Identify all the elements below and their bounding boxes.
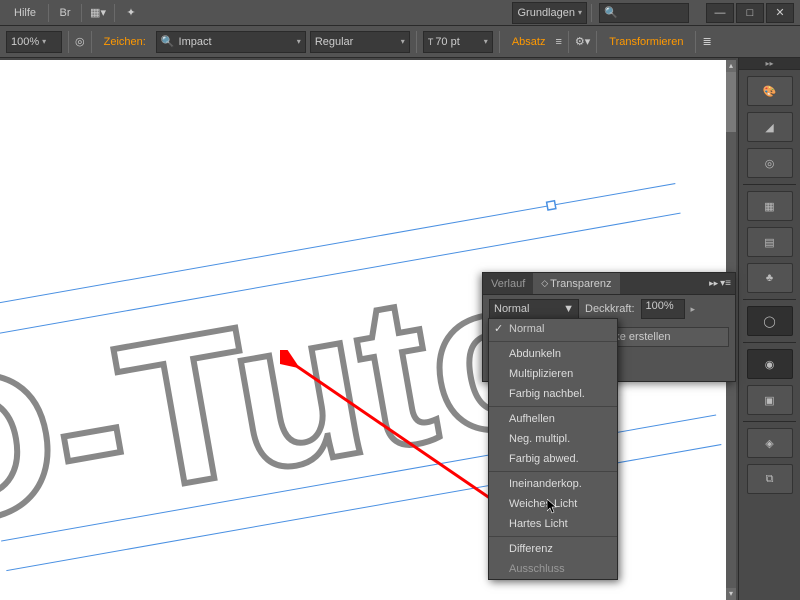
- blend-abdunkeln[interactable]: Abdunkeln: [489, 344, 617, 364]
- workspace-label: Grundlagen: [517, 7, 575, 19]
- window-close[interactable]: ✕: [766, 3, 794, 23]
- brushes-panel-icon[interactable]: ▦: [747, 191, 793, 221]
- panel-menu-icon[interactable]: ≣: [702, 35, 711, 48]
- font-style-field[interactable]: Regular▾: [310, 31, 410, 53]
- blend-mode-menu: ✓Normal Abdunkeln Multiplizieren Farbig …: [488, 318, 618, 580]
- blend-farbig-abwed[interactable]: Farbig abwed.: [489, 449, 617, 469]
- layers-panel-icon[interactable]: ◈: [747, 428, 793, 458]
- menu-help[interactable]: Hilfe: [6, 3, 44, 23]
- blend-hartes-licht[interactable]: Hartes Licht: [489, 514, 617, 534]
- right-dock: ▸▸ 🎨 ◢ ◎ ▦ ▤ ♣ ◯ ◉ ▣ ◈ ⧉: [738, 58, 800, 600]
- blend-normal[interactable]: ✓Normal: [489, 319, 617, 339]
- window-minimize[interactable]: —: [706, 3, 734, 23]
- absatz-label[interactable]: Absatz: [506, 36, 552, 48]
- transparency-panel-icon[interactable]: ◯: [747, 306, 793, 336]
- color-panel-icon[interactable]: 🎨: [747, 76, 793, 106]
- opacity-slider-icon[interactable]: ▸: [691, 304, 696, 315]
- chevron-down-icon: ▼: [563, 303, 574, 315]
- zoom-field[interactable]: 100%▾: [6, 31, 62, 53]
- swatches-panel-icon[interactable]: ▤: [747, 227, 793, 257]
- bridge-icon[interactable]: Br: [56, 4, 74, 22]
- font-size-field[interactable]: T70 pt▾: [423, 31, 493, 53]
- panel-menu-icon[interactable]: ▾≡: [720, 278, 731, 289]
- target-icon[interactable]: ◎: [75, 35, 85, 48]
- blend-ineinanderkop[interactable]: Ineinanderkop.: [489, 474, 617, 494]
- opacity-field[interactable]: 100%: [641, 299, 685, 319]
- cursor-icon: [547, 499, 559, 515]
- tab-verlauf[interactable]: Verlauf: [483, 273, 533, 294]
- gpu-icon[interactable]: ✦: [122, 4, 140, 22]
- font-family-field[interactable]: 🔍Impact▾: [156, 31, 306, 53]
- control-toolbar: 100%▾ ◎ Zeichen: 🔍Impact▾ Regular▾ T70 p…: [0, 26, 800, 58]
- scroll-down-arrow[interactable]: ▾: [726, 588, 736, 600]
- scroll-thumb[interactable]: [726, 72, 736, 132]
- blend-differenz[interactable]: Differenz: [489, 539, 617, 559]
- blend-farbig-nachbel[interactable]: Farbig nachbel.: [489, 384, 617, 404]
- blend-ausschluss[interactable]: Ausschluss: [489, 559, 617, 579]
- arrange-docs-icon[interactable]: ▦▾: [89, 4, 107, 22]
- menubar: Hilfe Br ▦▾ ✦ Grundlagen ▾ 🔍 — □ ✕: [0, 0, 800, 26]
- gradient-panel-icon[interactable]: ◢: [747, 112, 793, 142]
- transparency-panel: Verlauf ◇Transparenz ▸▸ ▾≡ Normal ▼ Deck…: [482, 272, 736, 382]
- stroke-panel-icon[interactable]: ◎: [747, 148, 793, 178]
- zeichen-label[interactable]: Zeichen:: [98, 36, 152, 48]
- symbols-panel-icon[interactable]: ♣: [747, 263, 793, 293]
- search-icon[interactable]: 🔍: [599, 3, 689, 23]
- blend-mode-dropdown[interactable]: Normal ▼: [489, 299, 579, 319]
- blend-aufhellen[interactable]: Aufhellen: [489, 409, 617, 429]
- appearance-panel-icon[interactable]: ◉: [747, 349, 793, 379]
- window-maximize[interactable]: □: [736, 3, 764, 23]
- artboards-panel-icon[interactable]: ⧉: [747, 464, 793, 494]
- dock-collapse[interactable]: ▸▸: [739, 58, 800, 70]
- chevron-down-icon: ▾: [578, 8, 582, 17]
- opacity-label: Deckkraft:: [585, 303, 635, 315]
- align-left-icon[interactable]: ≡: [555, 36, 561, 48]
- blend-multiplizieren[interactable]: Multiplizieren: [489, 364, 617, 384]
- scroll-up-arrow[interactable]: ▴: [726, 60, 736, 72]
- tab-transparenz[interactable]: ◇Transparenz: [533, 273, 619, 294]
- panel-collapse-icon[interactable]: ▸▸: [709, 278, 718, 289]
- warp-icon[interactable]: ⚙▾: [575, 35, 590, 48]
- blend-neg-multipl[interactable]: Neg. multipl.: [489, 429, 617, 449]
- workspace-switcher[interactable]: Grundlagen ▾: [512, 2, 587, 24]
- graphic-styles-panel-icon[interactable]: ▣: [747, 385, 793, 415]
- transform-label[interactable]: Transformieren: [603, 36, 689, 48]
